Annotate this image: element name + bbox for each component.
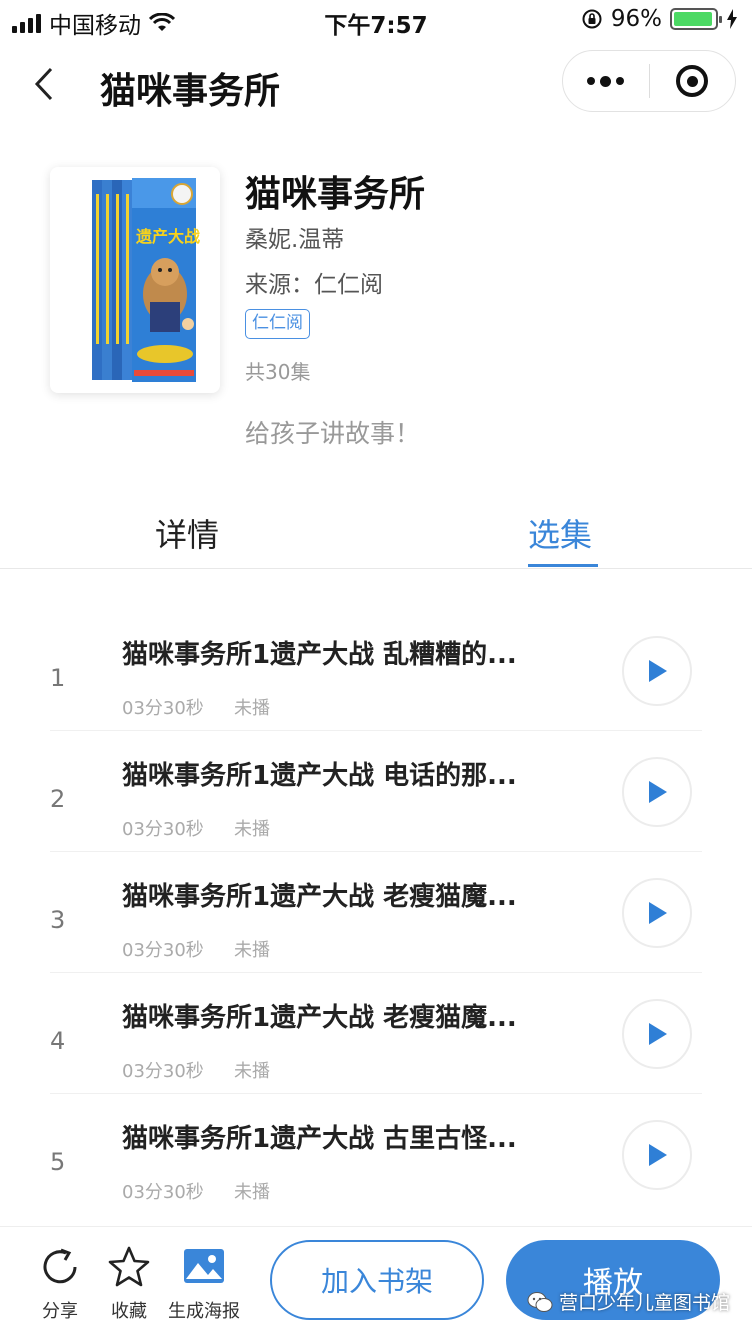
favorite-label: 收藏 bbox=[111, 1301, 147, 1322]
book-source: 来源：仁仁阅 bbox=[245, 272, 383, 298]
episode-play-button[interactable] bbox=[622, 1120, 692, 1190]
status-right: 96% bbox=[581, 6, 738, 32]
more-icon bbox=[587, 75, 625, 87]
episode-number: 4 bbox=[50, 1027, 66, 1055]
battery-percent: 96% bbox=[610, 6, 662, 32]
share-label: 分享 bbox=[42, 1301, 78, 1322]
episode-number: 3 bbox=[50, 906, 66, 934]
play-icon bbox=[649, 902, 667, 924]
episode-number: 1 bbox=[50, 664, 66, 692]
episode-title[interactable]: 猫咪事务所1遗产大战 电话的那... bbox=[122, 755, 572, 792]
active-tab-indicator bbox=[528, 564, 598, 567]
play-icon bbox=[649, 781, 667, 803]
book-cover-image: 遗产大战 bbox=[92, 178, 200, 382]
episode-number: 2 bbox=[50, 785, 66, 813]
episode-duration: 03分30秒 bbox=[122, 1182, 204, 1203]
miniprogram-capsule bbox=[562, 50, 736, 112]
play-icon bbox=[649, 1144, 667, 1166]
episode-duration: 03分30秒 bbox=[122, 940, 204, 961]
episode-duration: 03分30秒 bbox=[122, 1061, 204, 1082]
episode-list: 1 猫咪事务所1遗产大战 乱糟糟的... 03分30秒 未播 2 猫咪事务所1遗… bbox=[0, 610, 752, 1215]
episode-row[interactable]: 1 猫咪事务所1遗产大战 乱糟糟的... 03分30秒 未播 bbox=[0, 610, 752, 731]
episode-row[interactable]: 3 猫咪事务所1遗产大战 老瘦猫魔... 03分30秒 未播 bbox=[0, 852, 752, 973]
poster-label: 生成海报 bbox=[168, 1301, 240, 1322]
charging-icon bbox=[727, 9, 737, 29]
tab-bar: 详情 选集 bbox=[0, 500, 752, 569]
episode-duration: 03分30秒 bbox=[122, 819, 204, 840]
episode-status: 未播 bbox=[234, 1061, 270, 1082]
episode-number: 5 bbox=[50, 1148, 66, 1176]
episode-row[interactable]: 5 猫咪事务所1遗产大战 古里古怪... 03分30秒 未播 bbox=[0, 1094, 752, 1215]
episode-play-button[interactable] bbox=[622, 878, 692, 948]
episode-status: 未播 bbox=[234, 698, 270, 719]
episode-title[interactable]: 猫咪事务所1遗产大战 老瘦猫魔... bbox=[122, 876, 572, 913]
episode-duration: 03分30秒 bbox=[122, 698, 204, 719]
watermark: 营口少年儿童图书馆 bbox=[527, 1288, 730, 1315]
status-bar: 中国移动 下午7:57 96% bbox=[0, 0, 752, 40]
episode-row[interactable]: 4 猫咪事务所1遗产大战 老瘦猫魔... 03分30秒 未播 bbox=[0, 973, 752, 1094]
battery-icon bbox=[670, 8, 722, 30]
favorite-button[interactable]: 收藏 bbox=[107, 1245, 151, 1323]
add-to-shelf-button[interactable]: 加入书架 bbox=[270, 1240, 484, 1320]
episode-play-button[interactable] bbox=[622, 757, 692, 827]
episode-status: 未播 bbox=[234, 1182, 270, 1203]
book-cover: 遗产大战 bbox=[50, 167, 220, 393]
bottom-action-bar: 分享 收藏 生成海报 加入书架 播放 bbox=[0, 1226, 752, 1334]
tab-details[interactable]: 详情 bbox=[155, 510, 219, 556]
play-icon bbox=[649, 660, 667, 682]
chevron-left-icon bbox=[34, 67, 53, 101]
episode-status: 未播 bbox=[234, 940, 270, 961]
battery-level bbox=[674, 12, 713, 26]
share-icon bbox=[38, 1245, 82, 1289]
star-icon bbox=[107, 1245, 151, 1289]
wechat-icon bbox=[527, 1291, 553, 1312]
play-icon bbox=[649, 1023, 667, 1045]
episode-count: 共30集 bbox=[245, 360, 311, 384]
episode-title[interactable]: 猫咪事务所1遗产大战 古里古怪... bbox=[122, 1118, 572, 1155]
book-description: 给孩子讲故事！ bbox=[245, 419, 421, 448]
episode-status: 未播 bbox=[234, 819, 270, 840]
episode-play-button[interactable] bbox=[622, 999, 692, 1069]
rotation-lock-icon bbox=[582, 9, 602, 29]
generate-poster-button[interactable]: 生成海报 bbox=[168, 1245, 240, 1323]
watermark-text: 营口少年儿童图书馆 bbox=[558, 1292, 730, 1314]
episode-title[interactable]: 猫咪事务所1遗产大战 乱糟糟的... bbox=[122, 634, 572, 671]
episode-row[interactable]: 2 猫咪事务所1遗产大战 电话的那... 03分30秒 未播 bbox=[0, 731, 752, 852]
close-miniprogram-button[interactable] bbox=[650, 51, 736, 111]
image-icon bbox=[182, 1245, 226, 1289]
target-icon bbox=[676, 65, 709, 97]
nav-bar: 猫咪事务所 bbox=[0, 40, 752, 130]
page-title: 猫咪事务所 bbox=[100, 71, 281, 112]
cover-title: 遗产大战 bbox=[135, 227, 200, 246]
back-button[interactable] bbox=[24, 62, 64, 106]
share-button[interactable]: 分享 bbox=[38, 1245, 82, 1323]
episode-play-button[interactable] bbox=[622, 636, 692, 706]
source-tag: 仁仁阅 bbox=[245, 309, 310, 339]
more-button[interactable] bbox=[563, 51, 649, 111]
tab-episodes[interactable]: 选集 bbox=[528, 510, 592, 556]
book-title: 猫咪事务所 bbox=[245, 174, 426, 215]
book-author: 桑妮.温蒂 bbox=[245, 227, 345, 253]
episode-title[interactable]: 猫咪事务所1遗产大战 老瘦猫魔... bbox=[122, 997, 572, 1034]
